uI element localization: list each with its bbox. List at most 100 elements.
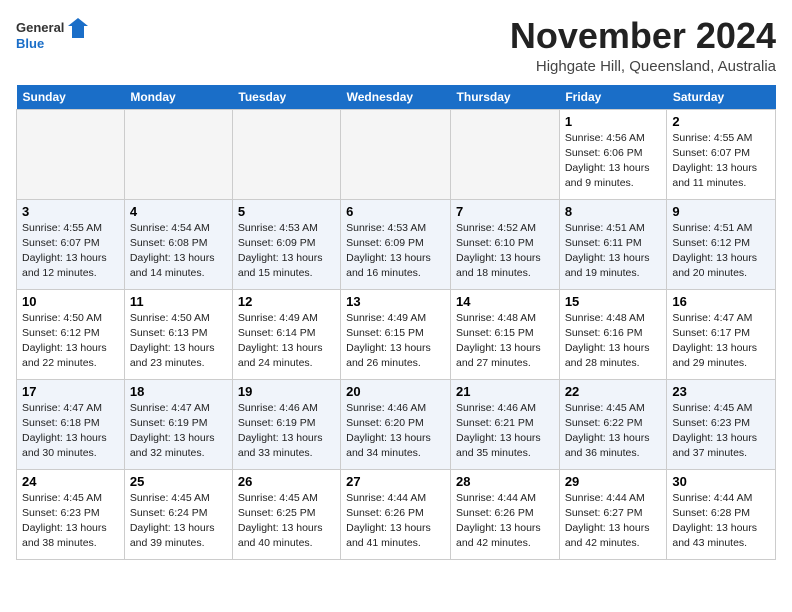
table-row: 18Sunrise: 4:47 AM Sunset: 6:19 PM Dayli… xyxy=(124,379,232,469)
day-number: 10 xyxy=(22,294,119,309)
day-info: Sunrise: 4:52 AM Sunset: 6:10 PM Dayligh… xyxy=(456,221,554,282)
table-row: 19 Sunrise: 4:46 AM Sunset: 6:19 PM Dayli… xyxy=(232,379,340,469)
header-tuesday: Tuesday xyxy=(232,85,340,110)
day-info: Sunrise: 4:46 AM Sunset: 6:21 PM Dayligh… xyxy=(456,401,554,462)
week-row-3: 10 Sunrise: 4:50 AM Sunset: 6:12 PM Dayli… xyxy=(17,289,776,379)
svg-text:General: General xyxy=(16,20,64,35)
day-number: 12 xyxy=(238,294,335,309)
day-number: 23 xyxy=(672,384,770,399)
day-number: 21 xyxy=(456,384,554,399)
day-info: Sunrise: 4:55 AM Sunset: 6:07 PM Dayligh… xyxy=(672,131,770,192)
header-saturday: Saturday xyxy=(667,85,776,110)
day-info: Sunrise: 4:51 AM Sunset: 6:12 PM Dayligh… xyxy=(672,221,770,282)
day-number: 5 xyxy=(238,204,335,219)
table-row: 24 Sunrise: 4:45 AM Sunset: 6:23 PM Dayli… xyxy=(17,469,125,559)
day-number: 15 xyxy=(565,294,662,309)
day-number: 22 xyxy=(565,384,662,399)
header-wednesday: Wednesday xyxy=(341,85,451,110)
day-number: 28 xyxy=(456,474,554,489)
day-info: Sunrise: 4:50 AM Sunset: 6:13 PM Dayligh… xyxy=(130,311,227,372)
day-info: Sunrise: 4:47 AM Sunset: 6:17 PM Dayligh… xyxy=(672,311,770,372)
day-number: 3 xyxy=(22,204,119,219)
title-section: November 2024 Highgate Hill, Queensland,… xyxy=(510,16,776,75)
logo: General Blue xyxy=(16,16,96,56)
day-number: 11 xyxy=(130,294,227,309)
table-row: 5 Sunrise: 4:53 AM Sunset: 6:09 PM Daylig… xyxy=(232,199,340,289)
day-info: Sunrise: 4:46 AM Sunset: 6:20 PM Dayligh… xyxy=(346,401,445,462)
table-row: 17Sunrise: 4:47 AM Sunset: 6:18 PM Dayli… xyxy=(17,379,125,469)
location-subtitle: Highgate Hill, Queensland, Australia xyxy=(510,58,776,75)
day-info: Sunrise: 4:54 AM Sunset: 6:08 PM Dayligh… xyxy=(130,221,227,282)
header-monday: Monday xyxy=(124,85,232,110)
table-row: 12 Sunrise: 4:49 AM Sunset: 6:14 PM Dayli… xyxy=(232,289,340,379)
table-row: 3 Sunrise: 4:55 AM Sunset: 6:07 PM Daylig… xyxy=(17,199,125,289)
svg-text:Blue: Blue xyxy=(16,36,44,51)
header-sunday: Sunday xyxy=(17,85,125,110)
day-number: 13 xyxy=(346,294,445,309)
table-row: 15 Sunrise: 4:48 AM Sunset: 6:16 PM Dayli… xyxy=(559,289,667,379)
day-number: 20 xyxy=(346,384,445,399)
table-row: 7 Sunrise: 4:52 AM Sunset: 6:10 PM Daylig… xyxy=(451,199,560,289)
day-number: 6 xyxy=(346,204,445,219)
day-number: 7 xyxy=(456,204,554,219)
day-number: 16 xyxy=(672,294,770,309)
table-row: 29 Sunrise: 4:44 AM Sunset: 6:27 PM Dayli… xyxy=(559,469,667,559)
table-row: 22Sunrise: 4:45 AM Sunset: 6:22 PM Dayli… xyxy=(559,379,667,469)
table-row: 4 Sunrise: 4:54 AM Sunset: 6:08 PM Daylig… xyxy=(124,199,232,289)
day-info: Sunrise: 4:45 AM Sunset: 6:23 PM Dayligh… xyxy=(22,491,119,552)
day-info: Sunrise: 4:45 AM Sunset: 6:25 PM Dayligh… xyxy=(238,491,335,552)
day-number: 8 xyxy=(565,204,662,219)
table-row xyxy=(451,109,560,199)
day-info: Sunrise: 4:48 AM Sunset: 6:15 PM Dayligh… xyxy=(456,311,554,372)
day-number: 29 xyxy=(565,474,662,489)
table-row: 11 Sunrise: 4:50 AM Sunset: 6:13 PM Dayli… xyxy=(124,289,232,379)
day-info: Sunrise: 4:56 AM Sunset: 6:06 PM Dayligh… xyxy=(565,131,662,192)
month-title: November 2024 xyxy=(510,16,776,56)
table-row: 20 Sunrise: 4:46 AM Sunset: 6:20 PM Dayli… xyxy=(341,379,451,469)
header-row: Sunday Monday Tuesday Wednesday Thursday… xyxy=(17,85,776,110)
table-row: 2 Sunrise: 4:55 AM Sunset: 6:07 PM Daylig… xyxy=(667,109,776,199)
day-info: Sunrise: 4:55 AM Sunset: 6:07 PM Dayligh… xyxy=(22,221,119,282)
day-number: 24 xyxy=(22,474,119,489)
table-row: 28 Sunrise: 4:44 AM Sunset: 6:26 PM Dayli… xyxy=(451,469,560,559)
day-number: 25 xyxy=(130,474,227,489)
week-row-2: 3 Sunrise: 4:55 AM Sunset: 6:07 PM Daylig… xyxy=(17,199,776,289)
day-info: Sunrise: 4:44 AM Sunset: 6:28 PM Dayligh… xyxy=(672,491,770,552)
header-thursday: Thursday xyxy=(451,85,560,110)
day-number: 1 xyxy=(565,114,662,129)
table-row: 25Sunrise: 4:45 AM Sunset: 6:24 PM Dayli… xyxy=(124,469,232,559)
day-number: 30 xyxy=(672,474,770,489)
day-info: Sunrise: 4:44 AM Sunset: 6:27 PM Dayligh… xyxy=(565,491,662,552)
day-info: Sunrise: 4:49 AM Sunset: 6:14 PM Dayligh… xyxy=(238,311,335,372)
day-info: Sunrise: 4:45 AM Sunset: 6:23 PM Dayligh… xyxy=(672,401,770,462)
header-friday: Friday xyxy=(559,85,667,110)
day-number: 19 xyxy=(238,384,335,399)
calendar-table: Sunday Monday Tuesday Wednesday Thursday… xyxy=(16,85,776,560)
day-info: Sunrise: 4:44 AM Sunset: 6:26 PM Dayligh… xyxy=(456,491,554,552)
logo-svg: General Blue xyxy=(16,16,96,56)
day-info: Sunrise: 4:49 AM Sunset: 6:15 PM Dayligh… xyxy=(346,311,445,372)
table-row: 30 Sunrise: 4:44 AM Sunset: 6:28 PM Dayli… xyxy=(667,469,776,559)
table-row: 1 Sunrise: 4:56 AM Sunset: 6:06 PM Daylig… xyxy=(559,109,667,199)
day-number: 4 xyxy=(130,204,227,219)
table-row: 27Sunrise: 4:44 AM Sunset: 6:26 PM Dayli… xyxy=(341,469,451,559)
table-row xyxy=(341,109,451,199)
day-number: 2 xyxy=(672,114,770,129)
day-info: Sunrise: 4:53 AM Sunset: 6:09 PM Dayligh… xyxy=(238,221,335,282)
table-row: 10 Sunrise: 4:50 AM Sunset: 6:12 PM Dayli… xyxy=(17,289,125,379)
day-info: Sunrise: 4:53 AM Sunset: 6:09 PM Dayligh… xyxy=(346,221,445,282)
table-row: 26 Sunrise: 4:45 AM Sunset: 6:25 PM Dayli… xyxy=(232,469,340,559)
week-row-4: 17Sunrise: 4:47 AM Sunset: 6:18 PM Dayli… xyxy=(17,379,776,469)
day-number: 26 xyxy=(238,474,335,489)
day-info: Sunrise: 4:46 AM Sunset: 6:19 PM Dayligh… xyxy=(238,401,335,462)
week-row-5: 24 Sunrise: 4:45 AM Sunset: 6:23 PM Dayli… xyxy=(17,469,776,559)
table-row: 9Sunrise: 4:51 AM Sunset: 6:12 PM Daylig… xyxy=(667,199,776,289)
table-row: 6 Sunrise: 4:53 AM Sunset: 6:09 PM Daylig… xyxy=(341,199,451,289)
table-row xyxy=(17,109,125,199)
day-info: Sunrise: 4:48 AM Sunset: 6:16 PM Dayligh… xyxy=(565,311,662,372)
table-row xyxy=(232,109,340,199)
day-number: 14 xyxy=(456,294,554,309)
day-info: Sunrise: 4:50 AM Sunset: 6:12 PM Dayligh… xyxy=(22,311,119,372)
week-row-1: 1 Sunrise: 4:56 AM Sunset: 6:06 PM Daylig… xyxy=(17,109,776,199)
day-info: Sunrise: 4:47 AM Sunset: 6:19 PM Dayligh… xyxy=(130,401,227,462)
